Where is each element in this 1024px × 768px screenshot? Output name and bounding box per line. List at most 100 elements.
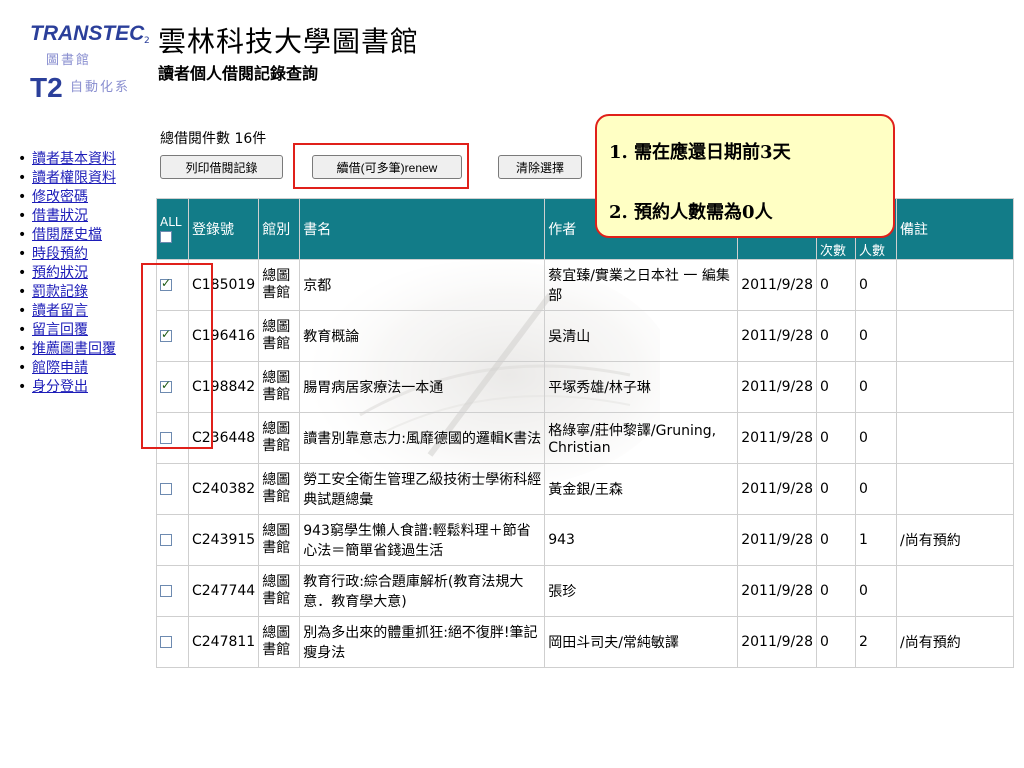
logo-brand: TRANSTEC	[30, 22, 145, 45]
checkbox-highlight-box	[141, 263, 213, 449]
renew-button[interactable]: 續借(可多筆)renew	[312, 155, 462, 179]
sidebar-menu: 讀者基本資料 讀者權限資料 修改密碼 借書狀況 借閱歷史檔 時段預約 預約狀況 …	[18, 150, 154, 397]
sidebar-link-reservation-status[interactable]: 預約狀況	[32, 265, 88, 281]
reserve-count-cell: 0	[855, 463, 898, 515]
due-date-cell: 2011/9/28	[737, 616, 818, 668]
sidebar-link-borrow-history[interactable]: 借閱歷史檔	[32, 227, 102, 243]
sidebar-link-interlibrary[interactable]: 館際申請	[32, 360, 88, 376]
table-row: C243915 總圖書館 943窮學生懶人食譜:輕鬆料理＋節省心法＝簡單省錢過生…	[156, 514, 1015, 566]
select-all-label: ALL	[160, 215, 182, 229]
note-cell	[896, 463, 1015, 515]
reserve-count-cell: 0	[855, 361, 898, 413]
title-cell: 京都	[299, 259, 546, 311]
sidebar-link-reader-info[interactable]: 讀者基本資料	[32, 151, 116, 167]
sidebar-item: 修改密碼	[18, 188, 154, 207]
logo-sub2: 自動化系	[70, 80, 131, 95]
sidebar-item: 身分登出	[18, 378, 154, 397]
sidebar-link-borrow-status[interactable]: 借書狀況	[32, 208, 88, 224]
loan-records-table: ALL 登錄號 館別 書名 作者 次數 人數 備註 C185019 總圖書館 京…	[156, 198, 1015, 668]
due-date-cell: 2011/9/28	[737, 259, 818, 311]
table-row: C247744 總圖書館 教育行政:綜合題庫解析(教育法規大意．教育學大意) 張…	[156, 565, 1015, 617]
row-checkbox[interactable]	[160, 636, 172, 648]
barcode-cell: C243915	[187, 514, 260, 566]
renew-count-cell: 0	[816, 259, 857, 311]
row-checkbox[interactable]	[160, 483, 172, 495]
logo-sub1: 圖書館	[46, 53, 92, 68]
sidebar-link-change-password[interactable]: 修改密碼	[32, 189, 88, 205]
sidebar-item: 讀者權限資料	[18, 169, 154, 188]
reserve-count-cell: 0	[855, 412, 898, 464]
row-checkbox[interactable]	[160, 585, 172, 597]
due-date-cell: 2011/9/28	[737, 463, 818, 515]
table-row: C198842 總圖書館 腸胃病居家療法一本通 平塚秀雄/林子琳 2011/9/…	[156, 361, 1015, 413]
renew-count-cell: 0	[816, 463, 857, 515]
renew-count-cell: 0	[816, 514, 857, 566]
due-date-cell: 2011/9/28	[737, 412, 818, 464]
title-header: 書名	[299, 198, 546, 260]
reserve-count-cell: 2	[855, 616, 898, 668]
library-header: 館別	[258, 198, 301, 260]
sidebar-link-logout[interactable]: 身分登出	[32, 379, 88, 395]
author-cell: 岡田斗司夫/常純敏譯	[544, 616, 739, 668]
barcode-cell: C240382	[187, 463, 260, 515]
author-cell: 平塚秀雄/林子琳	[544, 361, 739, 413]
logo-mark: T2	[30, 72, 63, 103]
sidebar-link-time-reservation[interactable]: 時段預約	[32, 246, 88, 262]
note-cell	[896, 361, 1015, 413]
sidebar-item: 預約狀況	[18, 264, 154, 283]
total-borrowed-count: 總借閱件數 16件	[160, 131, 267, 147]
title-cell: 943窮學生懶人食譜:輕鬆料理＋節省心法＝簡單省錢過生活	[299, 514, 546, 566]
sidebar-link-fine-records[interactable]: 罰款記錄	[32, 284, 88, 300]
title-cell: 腸胃病居家療法一本通	[299, 361, 546, 413]
renew-count-cell: 0	[816, 412, 857, 464]
page-subtitle: 讀者個人借閱記錄查詢	[158, 64, 319, 83]
library-cell: 總圖書館	[258, 412, 301, 464]
row-select-cell	[156, 565, 189, 617]
row-checkbox[interactable]	[160, 534, 172, 546]
sidebar-item: 推薦圖書回覆	[18, 340, 154, 359]
note-cell: /尚有預約	[896, 616, 1015, 668]
sidebar-item: 讀者留言	[18, 302, 154, 321]
table-row: C185019 總圖書館 京都 蔡宜臻/實業之日本社 一 編集部 2011/9/…	[156, 259, 1015, 311]
title-cell: 別為多出來的體重抓狂:絕不復胖!筆記瘦身法	[299, 616, 546, 668]
table-row: C240382 總圖書館 勞工安全衛生管理乙級技術士學術科經典試題總彙 黃金銀/…	[156, 463, 1015, 515]
due-date-cell: 2011/9/28	[737, 310, 818, 362]
author-cell: 黃金銀/王森	[544, 463, 739, 515]
sidebar-item: 館際申請	[18, 359, 154, 378]
sidebar-item: 借書狀況	[18, 207, 154, 226]
renew-count-cell: 0	[816, 310, 857, 362]
sidebar-item: 讀者基本資料	[18, 150, 154, 169]
print-records-button[interactable]: 列印借閱記錄	[160, 155, 283, 179]
author-cell: 吳清山	[544, 310, 739, 362]
note-cell: /尚有預約	[896, 514, 1015, 566]
renew-rules-callout: 1. 需在應還日期前3天 2. 預約人數需為0人	[595, 114, 895, 238]
title-cell: 勞工安全衛生管理乙級技術士學術科經典試題總彙	[299, 463, 546, 515]
table-row: C247811 總圖書館 別為多出來的體重抓狂:絕不復胖!筆記瘦身法 岡田斗司夫…	[156, 616, 1015, 668]
callout-rule-1: 1. 需在應還日期前3天	[609, 142, 791, 163]
sidebar-item: 借閱歷史檔	[18, 226, 154, 245]
due-date-cell: 2011/9/28	[737, 565, 818, 617]
table-row: C236448 總圖書館 讀書別靠意志力:風靡德國的邏輯K書法 格綠寧/莊仲黎譯…	[156, 412, 1015, 464]
select-all-checkbox[interactable]	[160, 230, 172, 243]
sidebar-link-recommend-reply[interactable]: 推薦圖書回覆	[32, 341, 116, 357]
sidebar-item: 時段預約	[18, 245, 154, 264]
library-cell: 總圖書館	[258, 463, 301, 515]
library-cell: 總圖書館	[258, 259, 301, 311]
note-cell	[896, 310, 1015, 362]
renew-count-cell: 0	[816, 361, 857, 413]
library-cell: 總圖書館	[258, 361, 301, 413]
reserve-count-cell: 0	[855, 565, 898, 617]
sidebar-link-reader-rights[interactable]: 讀者權限資料	[32, 170, 116, 186]
library-cell: 總圖書館	[258, 514, 301, 566]
callout-rule-2: 2. 預約人數需為0人	[609, 202, 773, 223]
logo-brand-sup: 2	[144, 36, 150, 46]
renew-count-cell: 0	[816, 565, 857, 617]
page-title: 雲林科技大學圖書館	[158, 25, 420, 58]
title-cell: 教育行政:綜合題庫解析(教育法規大意．教育學大意)	[299, 565, 546, 617]
library-cell: 總圖書館	[258, 565, 301, 617]
author-cell: 張珍	[544, 565, 739, 617]
sidebar-link-reader-message[interactable]: 讀者留言	[32, 303, 88, 319]
sidebar-link-message-reply[interactable]: 留言回覆	[32, 322, 88, 338]
clear-selection-button[interactable]: 清除選擇	[498, 155, 582, 179]
due-date-cell: 2011/9/28	[737, 361, 818, 413]
